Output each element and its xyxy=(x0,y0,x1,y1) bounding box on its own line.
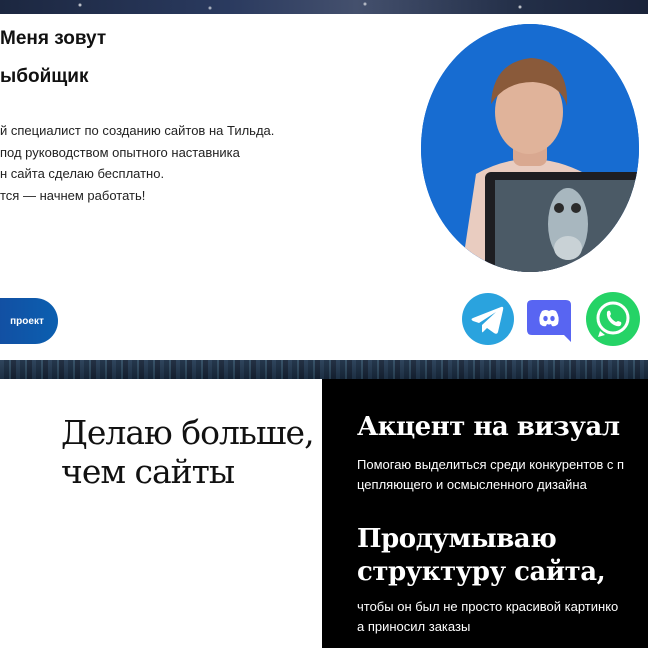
telegram-link[interactable] xyxy=(461,292,515,346)
background-night-sky-top xyxy=(0,0,648,14)
whatsapp-icon xyxy=(586,292,640,346)
intro-section: Делаю больше, чем сайты xyxy=(0,379,322,648)
hero-description-line-1: й специалист по созданию сайтов на Тильд… xyxy=(0,123,275,138)
hero-section: Меня зовут ыбойщик й специалист по созда… xyxy=(0,14,648,360)
telegram-icon xyxy=(462,293,514,345)
intro-heading-line-1: Делаю больше, xyxy=(61,413,315,452)
hero-title: Меня зовут ыбойщик xyxy=(0,20,106,96)
background-forest-strip xyxy=(0,360,648,379)
feature-2-text-line-2: а приносил заказы xyxy=(357,619,471,634)
feature-1-text: Помогаю выделиться среди конкурентов с п… xyxy=(357,455,624,495)
hero-title-line-1: Меня зовут xyxy=(0,28,107,49)
profile-avatar xyxy=(421,24,639,272)
intro-heading: Делаю больше, чем сайты xyxy=(61,413,315,491)
feature-2-title-line-2: структуру сайта, xyxy=(357,557,606,587)
discord-link[interactable] xyxy=(526,297,572,343)
whatsapp-link[interactable] xyxy=(585,291,640,346)
hero-title-line-2: ыбойщик xyxy=(0,66,89,87)
hero-description: й специалист по созданию сайтов на Тильд… xyxy=(0,120,274,206)
hero-description-line-3: н сайта сделаю бесплатно. xyxy=(0,166,165,181)
feature-2-title-line-1: Продумываю xyxy=(357,524,557,554)
project-cta-button[interactable]: проект xyxy=(0,298,58,344)
feature-1-title: Акцент на визуал xyxy=(357,411,620,444)
feature-2-title: Продумываю структуру сайта, xyxy=(357,523,606,589)
feature-2-text: чтобы он был не просто красивой картинко… xyxy=(357,597,618,637)
feature-1-text-line-1: Помогаю выделиться среди конкурентов с п xyxy=(357,457,625,472)
feature-2-text-line-1: чтобы он был не просто красивой картинко xyxy=(357,599,619,614)
feature-1-title-line-1: Акцент на визуал xyxy=(357,412,620,442)
intro-heading-line-2: чем сайты xyxy=(61,452,235,491)
hero-description-line-4: тся — начнем работать! xyxy=(0,187,146,203)
discord-icon xyxy=(527,300,571,342)
hero-description-line-2: под руководством опытного наставника xyxy=(0,144,240,160)
feature-1-text-line-2: цепляющего и осмысленного дизайна xyxy=(357,477,587,492)
features-section: Акцент на визуал Помогаю выделиться сред… xyxy=(322,379,648,648)
